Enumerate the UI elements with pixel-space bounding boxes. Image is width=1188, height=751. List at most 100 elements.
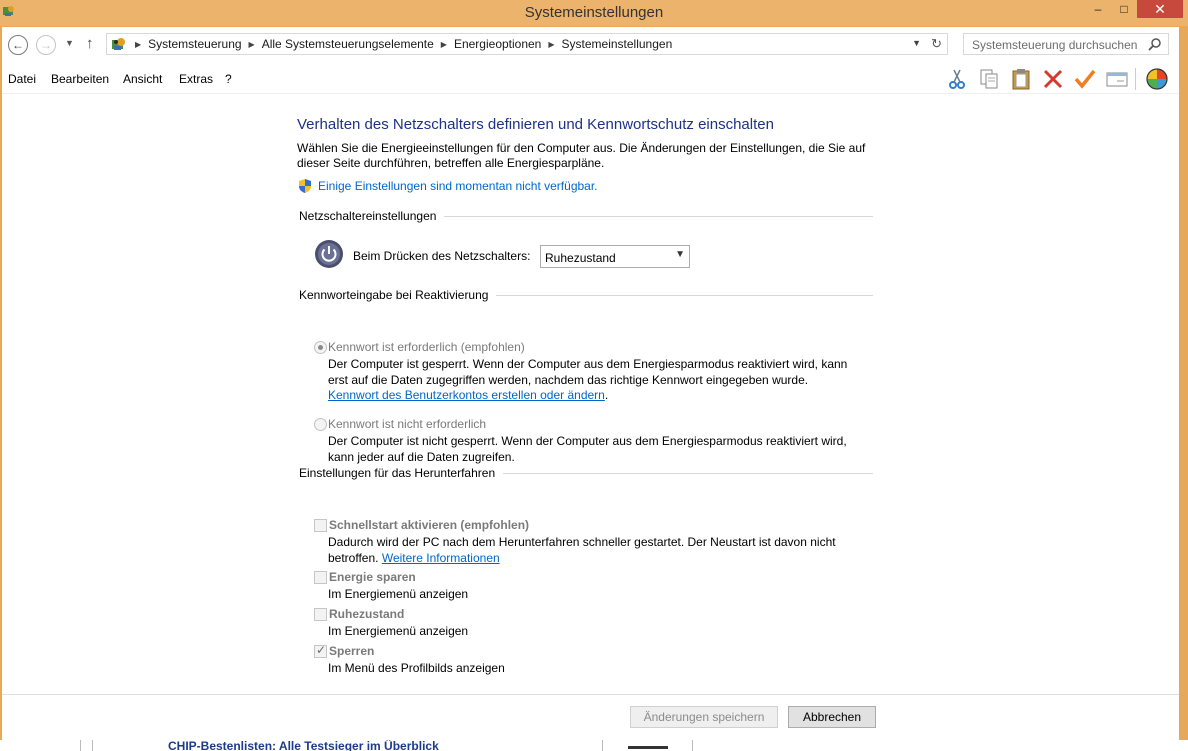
minimize-icon: – (1094, 2, 1102, 16)
section-title: Netzschaltereinstellungen (299, 209, 437, 223)
lock-description: Im Menü des Profilbilds anzeigen (328, 661, 505, 675)
breadcrumb-item[interactable]: Alle Systemsteuerungselemente (262, 37, 434, 51)
forward-button[interactable]: → (36, 35, 56, 55)
search-icon[interactable] (1148, 37, 1162, 51)
back-button[interactable]: ← (8, 35, 28, 55)
sleep-label: Energie sparen (329, 570, 416, 584)
lock-label: Sperren (329, 644, 375, 658)
up-button[interactable]: ↑ (86, 35, 94, 52)
chevron-right-icon: ▶ (135, 39, 142, 49)
page-title: Verhalten des Netzschalters definieren u… (297, 116, 774, 133)
delete-icon[interactable] (1041, 67, 1065, 91)
password-required-description: Der Computer ist gesperrt. Wenn der Comp… (328, 357, 848, 404)
lock-checkbox[interactable] (314, 643, 327, 658)
uac-shield-icon (299, 179, 311, 193)
fast-startup-checkbox[interactable] (314, 519, 327, 532)
client-area: ← → ▼ ↑ ▶ Systemsteuerung ▶ Alle Systems… (2, 27, 1179, 740)
menu-extras[interactable]: Extras (179, 72, 213, 86)
minimize-button[interactable]: – (1085, 0, 1111, 18)
address-bar: ← → ▼ ↑ ▶ Systemsteuerung ▶ Alle Systems… (2, 27, 1179, 64)
scissors-icon[interactable] (945, 67, 969, 91)
chevron-down-icon: ▼ (65, 38, 74, 48)
section-title: Einstellungen für das Herunterfahren (299, 466, 496, 480)
section-title: Kennworteingabe bei Reaktivierung (299, 288, 489, 302)
control-panel-icon (112, 38, 125, 50)
change-password-link[interactable]: Kennwort des Benutzerkontos erstellen od… (328, 388, 605, 402)
hibernate-label: Ruhezustand (329, 607, 405, 621)
hibernate-checkbox[interactable] (314, 608, 327, 621)
power-button-icon (315, 240, 343, 268)
divider (80, 740, 81, 751)
close-button[interactable]: ✕ (1137, 0, 1183, 18)
menu-datei[interactable]: Datei (8, 72, 36, 86)
divider (692, 740, 693, 751)
sleep-checkbox[interactable] (314, 571, 327, 584)
sleep-description: Im Energiemenü anzeigen (328, 587, 469, 601)
password-not-required-description: Der Computer ist nicht gesperrt. Wenn de… (328, 434, 847, 464)
color-wheel-icon[interactable] (1145, 67, 1169, 91)
unavailable-settings-link[interactable]: Einige Einstellungen sind momentan nicht… (297, 178, 598, 194)
fast-startup-description: Dadurch wird der PC nach dem Herunterfah… (328, 535, 848, 566)
footer-bar: Änderungen speichern Abbrechen (2, 694, 1179, 740)
search-placeholder: Systemsteuerung durchsuchen (972, 38, 1138, 52)
arrow-right-icon: → (40, 38, 52, 52)
divider (602, 740, 603, 751)
toolbar-separator (1135, 68, 1136, 90)
power-button-section-header: Netzschaltereinstellungen (299, 209, 873, 223)
check-icon[interactable] (1073, 67, 1097, 91)
unavailable-settings-text[interactable]: Einige Einstellungen sind momentan nicht… (318, 179, 598, 193)
save-changes-button[interactable]: Änderungen speichern (630, 706, 778, 728)
background-element (628, 746, 668, 749)
window: Systemeinstellungen – □ ✕ ← → ▼ ↑ ▶ Syst… (0, 0, 1188, 751)
password-required-label: Kennwort ist erforderlich (empfohlen) (328, 340, 525, 354)
divider (92, 740, 93, 751)
address-box[interactable]: ▶ Systemsteuerung ▶ Alle Systemsteuerung… (106, 33, 948, 55)
link-suffix: . (604, 388, 609, 402)
refresh-icon[interactable]: ↻ (931, 36, 942, 52)
menu-ansicht[interactable]: Ansicht (123, 72, 162, 86)
maximize-button[interactable]: □ (1111, 0, 1137, 18)
menu-bearbeiten[interactable]: Bearbeiten (51, 72, 109, 86)
section-divider (496, 294, 873, 296)
chevron-down-icon: ▼ (675, 249, 685, 260)
background-headline: CHIP-Bestenlisten: Alle Testsieger im Üb… (168, 740, 439, 751)
hibernate-description: Im Energiemenü anzeigen (328, 624, 469, 638)
paste-icon[interactable] (1009, 67, 1033, 91)
breadcrumb-item[interactable]: Systemsteuerung (148, 37, 241, 51)
page-description: Wählen Sie die Energieeinstellungen für … (297, 141, 866, 170)
chevron-right-icon[interactable]: ▶ (249, 40, 255, 49)
password-section-header: Kennworteingabe bei Reaktivierung (299, 288, 873, 302)
menu-bar: Datei Bearbeiten Ansicht Extras ? (2, 64, 1179, 94)
copy-icon[interactable] (977, 67, 1001, 91)
recent-pages-dropdown[interactable]: ▼ (65, 38, 74, 48)
close-icon: ✕ (1154, 0, 1166, 17)
title-bar[interactable]: Systemeinstellungen – □ ✕ (0, 0, 1188, 26)
window-title: Systemeinstellungen (524, 4, 664, 21)
settings-content: Verhalten des Netzschalters definieren u… (2, 94, 1179, 694)
password-not-required-radio[interactable] (314, 418, 327, 431)
shutdown-section-header: Einstellungen für das Herunterfahren (299, 466, 873, 480)
section-divider (444, 215, 873, 217)
background-window-peek: CHIP-Bestenlisten: Alle Testsieger im Üb… (0, 740, 1188, 751)
properties-icon[interactable] (1105, 67, 1129, 91)
breadcrumb-item[interactable]: Energieoptionen (454, 37, 541, 51)
more-info-link[interactable]: Weitere Informationen (382, 551, 500, 565)
menu-help[interactable]: ? (225, 72, 232, 86)
breadcrumb-item[interactable]: Systemeinstellungen (562, 37, 673, 51)
chevron-right-icon[interactable]: ▶ (441, 40, 447, 49)
power-button-label: Beim Drücken des Netzschalters: (353, 249, 531, 263)
password-not-required-label: Kennwort ist nicht erforderlich (328, 417, 487, 431)
cancel-button[interactable]: Abbrechen (788, 706, 876, 728)
chevron-right-icon[interactable]: ▶ (548, 40, 554, 49)
section-divider (503, 472, 873, 474)
address-dropdown-icon[interactable]: ▼ (912, 38, 921, 48)
password-required-radio[interactable] (314, 341, 327, 354)
search-input[interactable]: Systemsteuerung durchsuchen (963, 33, 1169, 55)
power-button-action-select[interactable]: Ruhezustand ▼ (540, 245, 690, 268)
maximize-icon: □ (1120, 2, 1128, 16)
fast-startup-label: Schnellstart aktivieren (empfohlen) (329, 518, 530, 532)
arrow-up-icon: ↑ (86, 35, 94, 52)
select-value: Ruhezustand (545, 251, 616, 265)
arrow-left-icon: ← (12, 38, 24, 52)
description-text: Der Computer ist gesperrt. Wenn der Comp… (328, 357, 848, 387)
